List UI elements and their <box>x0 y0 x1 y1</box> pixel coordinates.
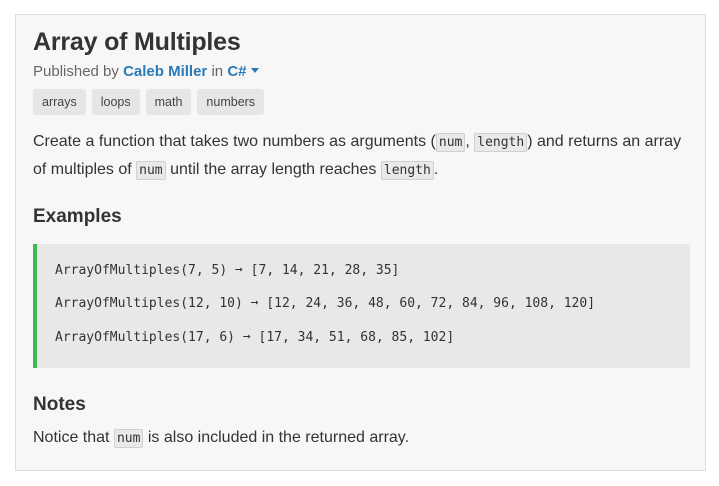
challenge-description: Create a function that takes two numbers… <box>33 128 693 184</box>
examples-heading: Examples <box>33 206 122 227</box>
byline: Published by Caleb Miller in C# <box>33 63 259 80</box>
inline-code: length <box>474 133 528 152</box>
notes-text-part: is also included in the returned array. <box>143 429 410 446</box>
description-text: until the array length reaches <box>165 161 381 178</box>
example-line: ArrayOfMultiples(12, 10) ➞ [12, 24, 36, … <box>55 296 596 311</box>
tag-loops[interactable]: loops <box>91 89 140 115</box>
inline-code: num <box>136 161 166 180</box>
description-text: Create a function that takes two numbers… <box>33 133 436 150</box>
notes-text: Notice that num is also included in the … <box>33 429 410 448</box>
example-line: ArrayOfMultiples(17, 6) ➞ [17, 34, 51, 6… <box>55 330 455 345</box>
author-link[interactable]: Caleb Miller <box>123 63 207 80</box>
chevron-down-icon <box>250 68 259 73</box>
challenge-card: Array of Multiples Published by Caleb Mi… <box>15 14 706 471</box>
tag-math[interactable]: math <box>145 89 192 115</box>
inline-code: num <box>113 429 144 448</box>
challenge-title: Array of Multiples <box>33 28 241 56</box>
notes-heading: Notes <box>33 394 86 415</box>
example-line: ArrayOfMultiples(7, 5) ➞ [7, 14, 21, 28,… <box>55 263 400 278</box>
description-text: , <box>465 133 475 150</box>
description-text: . <box>433 161 439 178</box>
notes-text-part: Notice that <box>33 429 114 446</box>
language-dropdown[interactable]: C# <box>227 63 259 80</box>
language-label: C# <box>227 63 247 80</box>
examples-block: ArrayOfMultiples(7, 5) ➞ [7, 14, 21, 28,… <box>33 244 690 368</box>
in-label: in <box>211 63 224 80</box>
tag-list: arrays loops math numbers <box>33 89 265 115</box>
published-by-label: Published by <box>33 63 119 80</box>
tag-arrays[interactable]: arrays <box>33 89 86 115</box>
inline-code: num <box>435 133 466 152</box>
inline-code: length <box>380 161 434 180</box>
tag-numbers[interactable]: numbers <box>197 89 265 115</box>
